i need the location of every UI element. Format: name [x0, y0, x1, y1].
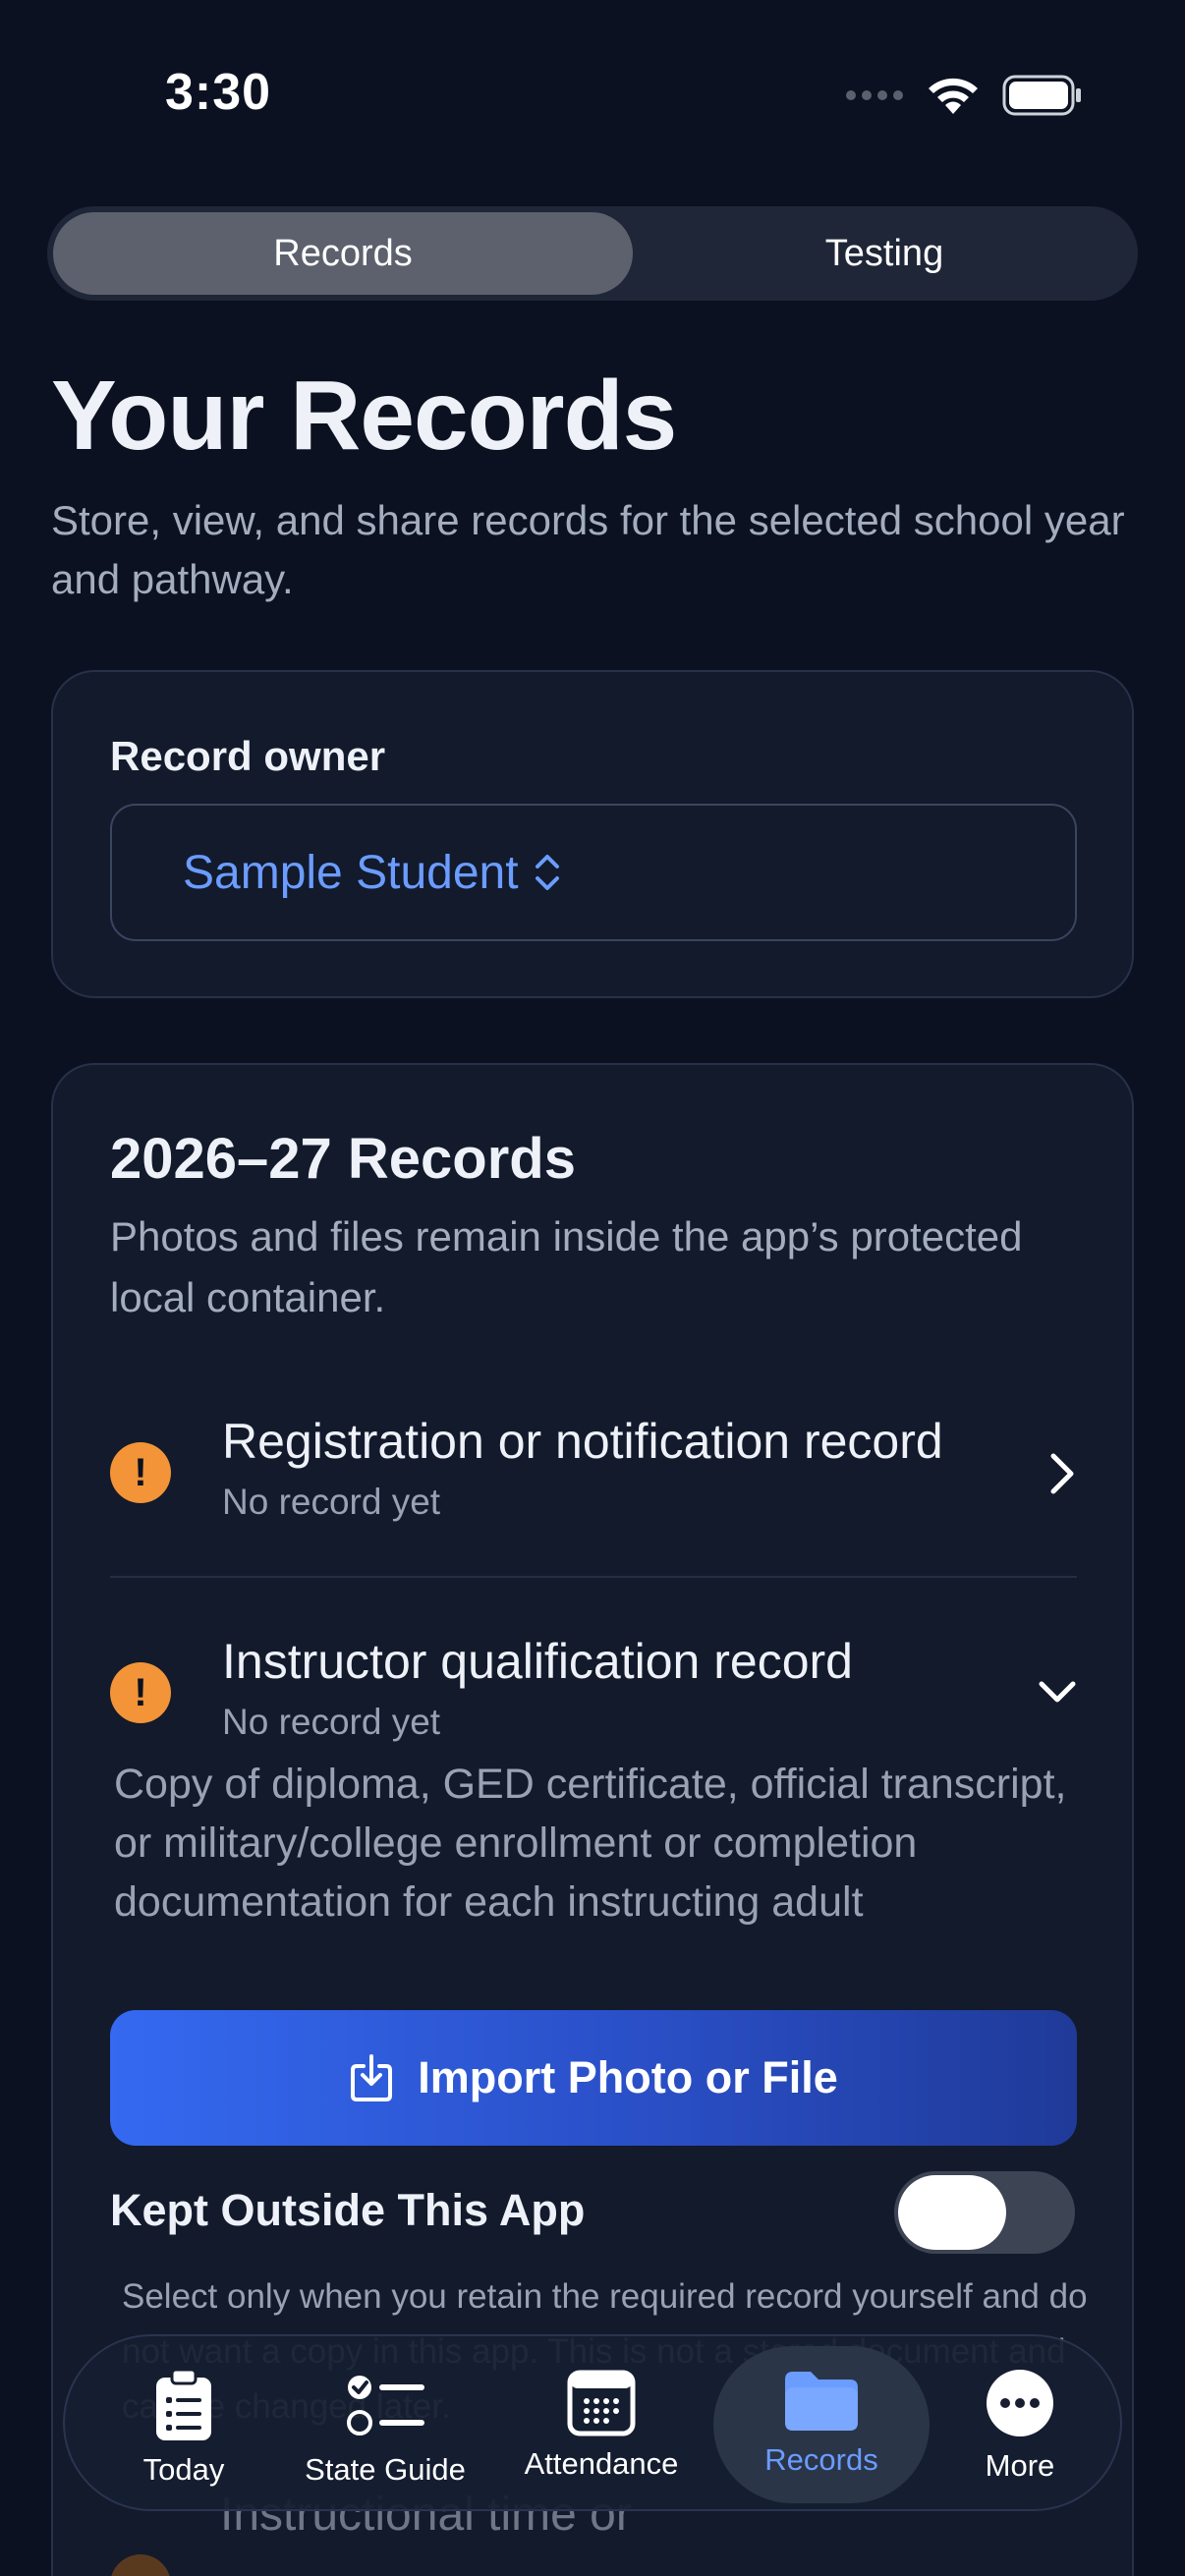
page-title: Your Records [51, 361, 677, 471]
toggle-knob [898, 2175, 1006, 2250]
page-subtitle: Store, view, and share records for the s… [51, 497, 1125, 602]
checklist-icon [347, 2376, 424, 2436]
chevron-down-icon [1039, 1681, 1076, 1703]
calendar-icon [567, 2370, 636, 2436]
tab-attendance[interactable]: Attendance [503, 2346, 700, 2503]
status-time: 3:30 [165, 64, 272, 121]
tab-label: Today [142, 2452, 225, 2487]
segment-testing[interactable]: Testing [637, 212, 1132, 295]
record-owner-card: Record owner Sample Student [51, 670, 1134, 998]
record-item-description: Copy of diploma, GED certificate, offici… [114, 1761, 1067, 1926]
tab-label: Attendance [524, 2446, 679, 2481]
kept-outside-label: Kept Outside This App [110, 2185, 586, 2235]
kept-outside-toggle[interactable] [894, 2171, 1075, 2254]
status-icons [845, 71, 1083, 120]
records-title: 2026–27 Records [110, 1127, 576, 1191]
cellular-signal-icon [846, 90, 903, 100]
more-icon [987, 2370, 1053, 2436]
warning-icon: ! [110, 1662, 171, 1723]
tab-records[interactable]: Records [713, 2346, 930, 2503]
tab-label: More [985, 2448, 1055, 2483]
status-bar: 3:30 [0, 0, 1185, 196]
chevron-right-icon [1050, 1453, 1074, 1494]
record-item-status: No record yet [222, 1702, 441, 1742]
folder-icon [785, 2372, 858, 2431]
record-item-registration[interactable]: ! Registration or notification record No… [110, 1409, 1077, 1546]
chevron-up-down-icon [535, 855, 559, 890]
record-item-title: Registration or notification record [222, 1414, 943, 1469]
clipboard-icon [156, 2368, 211, 2440]
battery-icon [1002, 75, 1081, 116]
import-icon [351, 2054, 393, 2101]
records-testing-segmented-control: Records Testing [47, 206, 1138, 301]
tab-label: State Guide [305, 2452, 466, 2487]
record-owner-label: Record owner [110, 733, 386, 779]
import-photo-or-file-button[interactable]: Import Photo or File [110, 2010, 1077, 2146]
segment-records[interactable]: Records [53, 212, 633, 295]
record-item-instructor-qualification[interactable]: ! Instructor qualification record No rec… [110, 1629, 1077, 1747]
record-item-title: Instructor qualification record [222, 1634, 853, 1689]
warning-icon [110, 2554, 171, 2576]
record-item-status: No record yet [222, 1482, 441, 1522]
wifi-icon [929, 78, 978, 114]
tab-bar: Today State Guide Attendance Records Mor… [63, 2334, 1122, 2511]
warning-icon: ! [110, 1442, 171, 1503]
record-owner-selected: Sample Student [183, 846, 519, 899]
tab-more[interactable]: More [941, 2346, 1099, 2503]
record-owner-picker[interactable]: Sample Student [110, 804, 1077, 941]
tab-label: Records [764, 2442, 878, 2477]
records-description: Photos and files remain inside the app’s… [110, 1213, 1023, 1320]
tab-today[interactable]: Today [100, 2346, 267, 2503]
divider [110, 1576, 1077, 1578]
import-button-label: Import Photo or File [418, 2052, 838, 2102]
tab-state-guide[interactable]: State Guide [287, 2346, 483, 2503]
